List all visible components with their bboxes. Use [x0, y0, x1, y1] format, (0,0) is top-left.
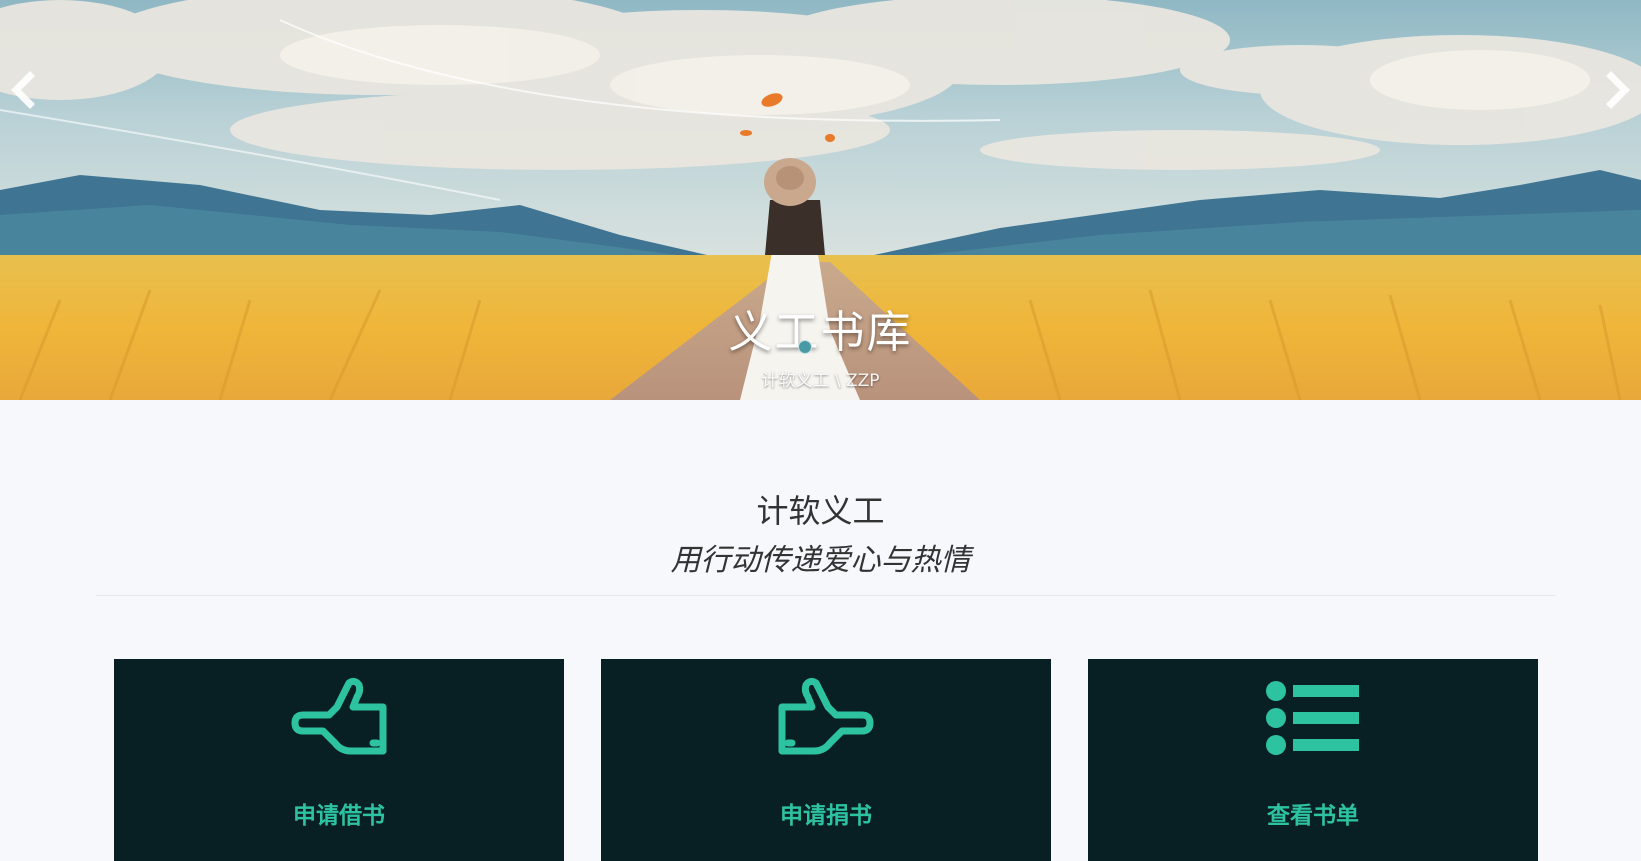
chevron-right-icon: [1606, 71, 1630, 109]
section-title: 计软义工: [756, 492, 885, 530]
donate-book-card[interactable]: 申请捐书: [601, 659, 1051, 861]
section-motto: 用行动传递爱心与热情: [670, 543, 971, 578]
hand-point-right-icon: [778, 677, 874, 755]
list-icon: [1266, 681, 1359, 755]
hero-carousel: 义工书库 计软义工 \ ZZP: [0, 0, 1641, 400]
hero-subtitle: 计软义工 \ ZZP: [761, 371, 880, 391]
borrow-book-card[interactable]: 申请借书: [114, 659, 564, 861]
borrow-book-label: 申请借书: [293, 803, 385, 829]
chevron-left-icon: [11, 71, 35, 109]
divider: [96, 595, 1556, 596]
carousel-indicator-dot[interactable]: [798, 340, 812, 354]
hand-point-left-icon: [291, 677, 387, 755]
carousel-next-button[interactable]: [1597, 70, 1637, 110]
carousel-prev-button[interactable]: [4, 70, 44, 110]
view-booklist-card[interactable]: 查看书单: [1088, 659, 1538, 861]
hero-title: 义工书库: [728, 307, 913, 358]
donate-book-label: 申请捐书: [780, 803, 872, 829]
view-booklist-label: 查看书单: [1267, 803, 1359, 829]
